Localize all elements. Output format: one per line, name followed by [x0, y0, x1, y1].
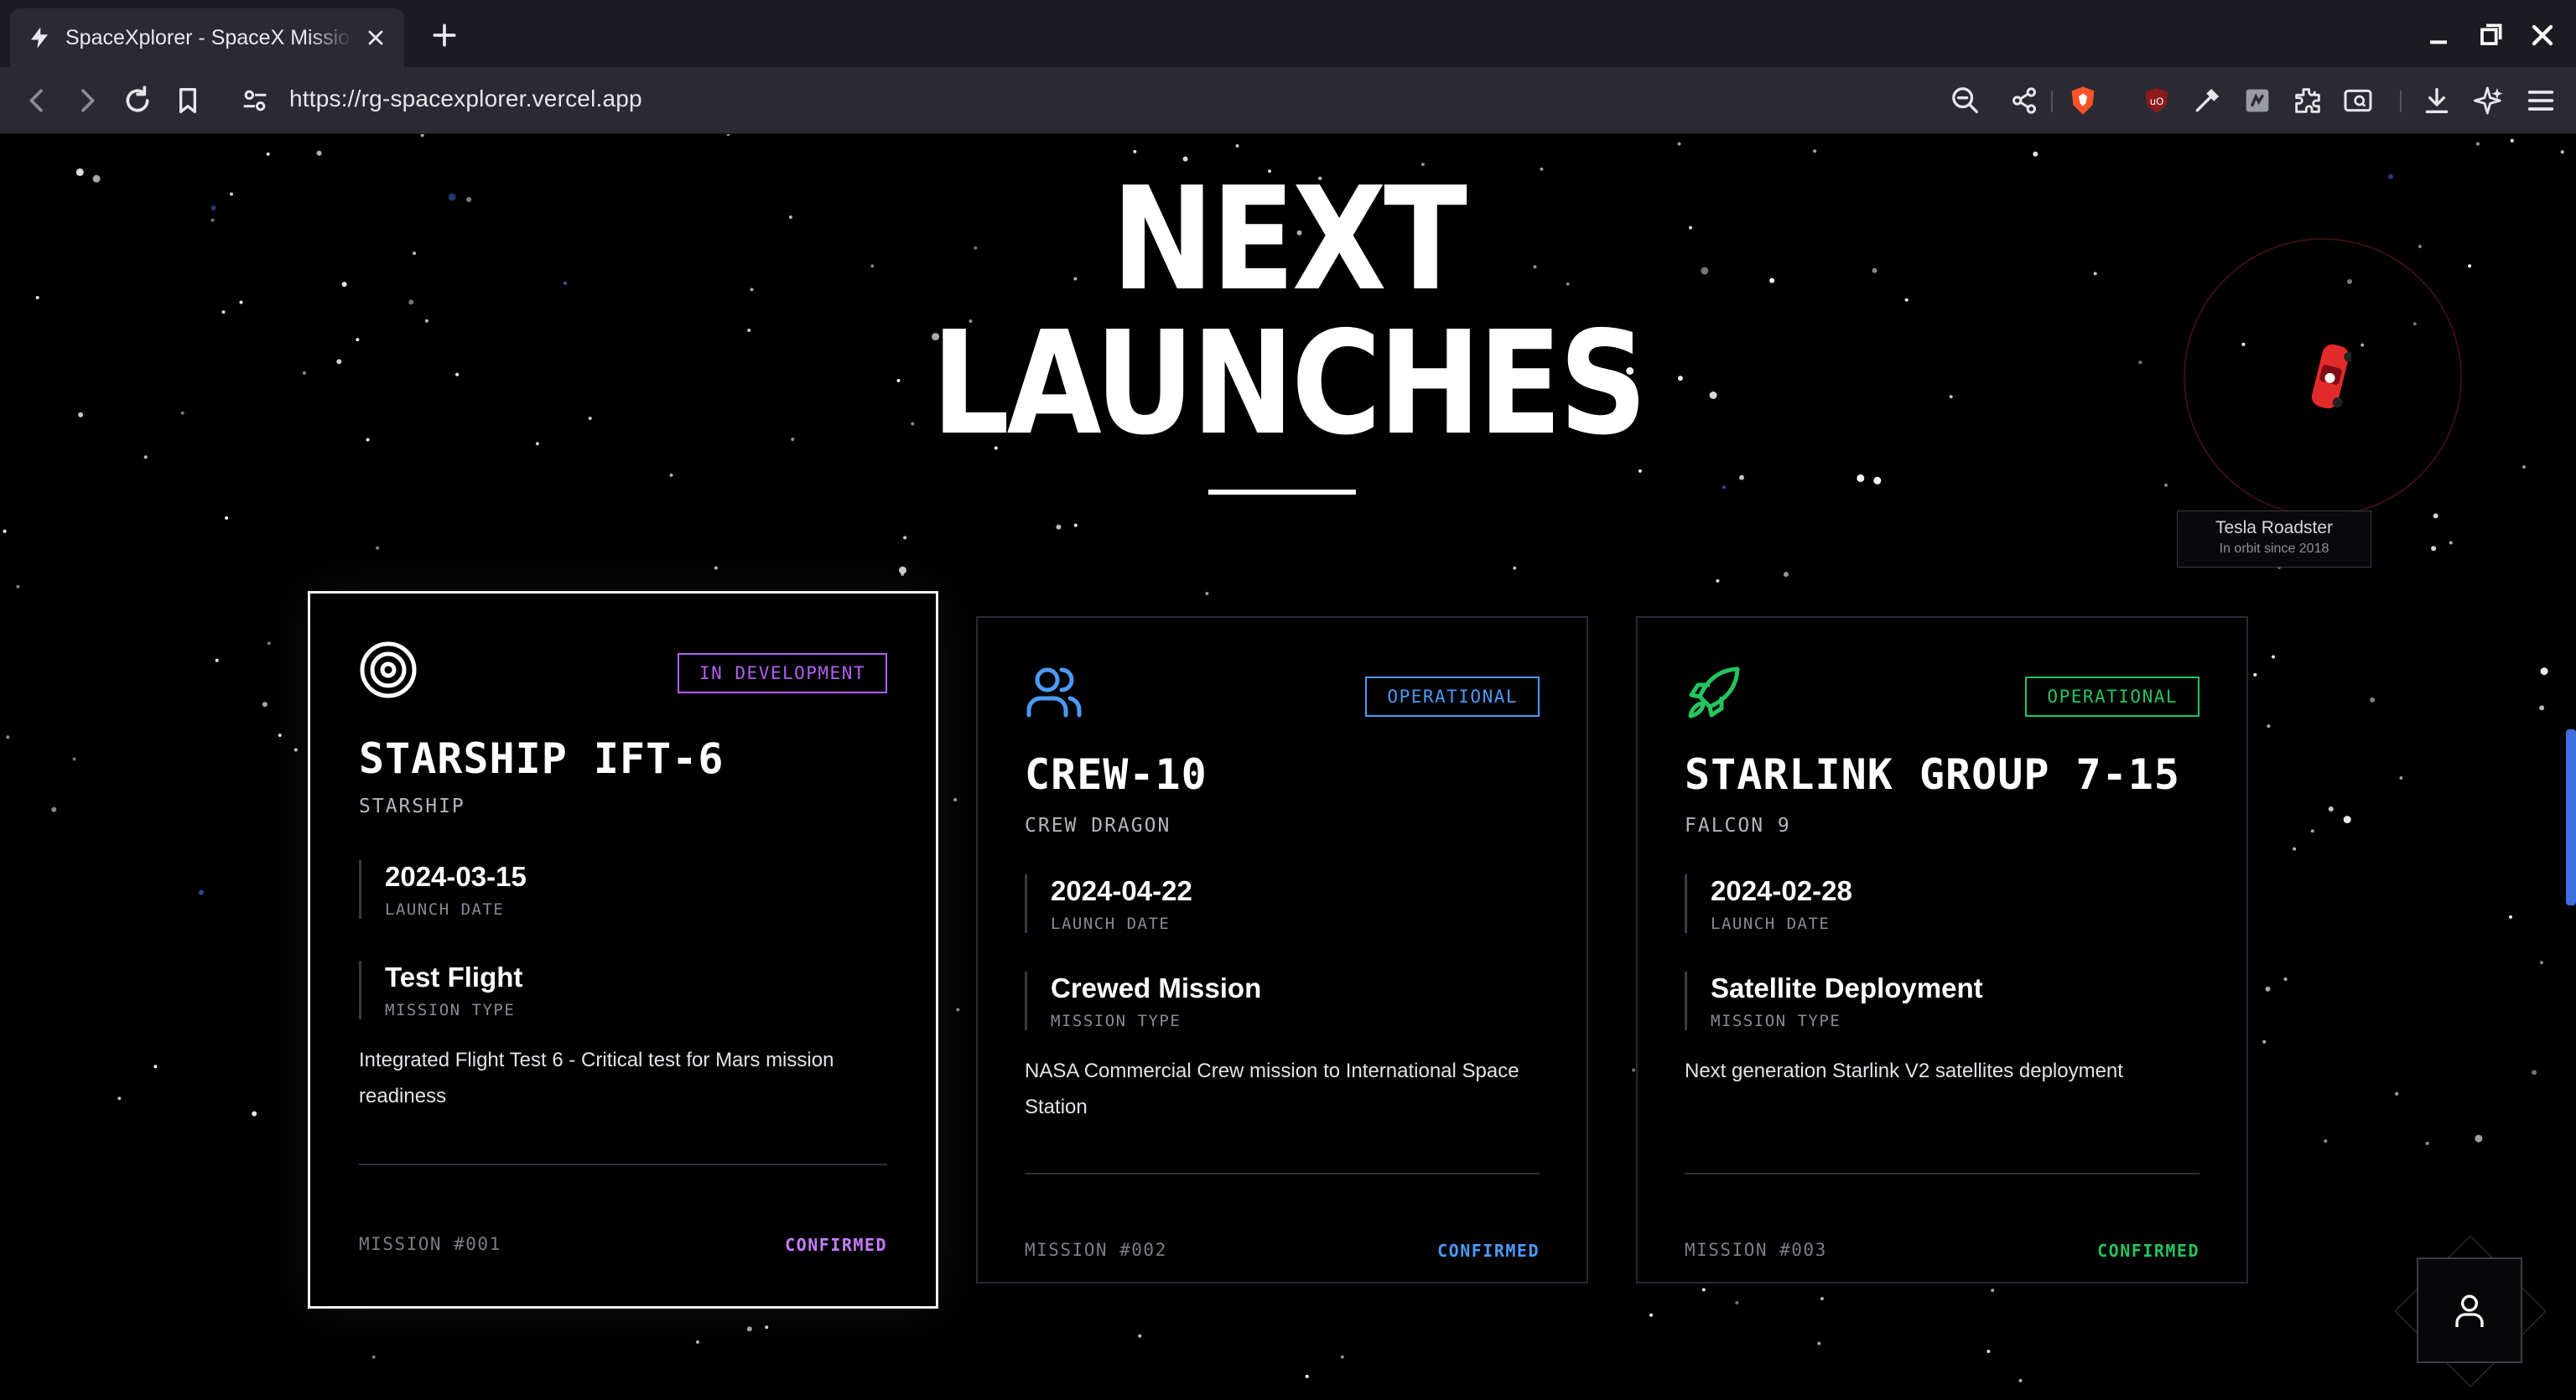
mission-type: Crewed Mission: [1051, 972, 1262, 1003]
mission-name: STARSHIP IFT-6: [359, 734, 724, 783]
target-icon: [360, 641, 417, 698]
menu-icon[interactable]: [2524, 84, 2558, 117]
launch-date: 2024-03-15: [385, 861, 527, 892]
close-tab-icon[interactable]: [364, 26, 387, 49]
ublock-icon[interactable]: uO: [2140, 84, 2174, 117]
address-bar[interactable]: https://rg-spacexplorer.vercel.app: [289, 86, 642, 112]
status-confirmed: CONFIRMED: [1437, 1241, 1540, 1261]
card-divider: [1685, 1173, 2199, 1174]
card-divider: [359, 1164, 887, 1165]
mission-type-label: MISSION TYPE: [1711, 1012, 1841, 1030]
mission-name: CREW-10: [1025, 750, 1208, 799]
share-icon[interactable]: [2007, 84, 2041, 117]
reader-mode-icon[interactable]: [2341, 84, 2375, 117]
brave-shield-icon[interactable]: [2066, 84, 2100, 117]
roadster-tooltip: Tesla Roadster In orbit since 2018: [2177, 511, 2371, 568]
mission-type-block: Satellite Deployment MISSION TYPE: [1685, 972, 1983, 1030]
reload-icon[interactable]: [121, 84, 154, 117]
bookmark-icon[interactable]: [171, 84, 205, 117]
launch-card[interactable]: OPERATIONAL CREW-10 CREW DRAGON 2024-04-…: [976, 616, 1588, 1283]
forward-icon[interactable]: [70, 84, 104, 117]
mission-name: STARLINK GROUP 7-15: [1685, 750, 2180, 799]
download-icon[interactable]: [2420, 84, 2454, 117]
launch-date: 2024-04-22: [1051, 875, 1192, 906]
launch-date-block: 2024-02-28 LAUNCH DATE: [1685, 874, 1852, 933]
mission-type: Satellite Deployment: [1711, 972, 1983, 1003]
mission-number: MISSION #002: [1025, 1240, 1167, 1260]
mission-type-block: Test Flight MISSION TYPE: [359, 961, 522, 1019]
mission-description: NASA Commercial Crew mission to Internat…: [1025, 1060, 1519, 1118]
extension-tile-icon[interactable]: [2241, 84, 2274, 117]
vehicle-name: CREW DRAGON: [1025, 815, 1171, 837]
card-divider: [1025, 1173, 1540, 1174]
launch-date-label: LAUNCH DATE: [1051, 915, 1171, 933]
mission-number: MISSION #003: [1685, 1240, 1827, 1260]
users-icon: [1026, 667, 1082, 718]
mission-type-label: MISSION TYPE: [385, 1001, 516, 1019]
launch-date-label: LAUNCH DATE: [1711, 915, 1831, 933]
tab-title: SpaceXplorer - SpaceX Mission Tracker: [65, 25, 352, 49]
status-badge: OPERATIONAL: [1365, 677, 1540, 717]
user-profile-button[interactable]: [2417, 1257, 2522, 1363]
browser-tab-bar: SpaceXplorer - SpaceX Mission Tracker: [0, 0, 2576, 67]
launch-date-label: LAUNCH DATE: [385, 900, 505, 919]
eyedropper-icon[interactable]: [2190, 84, 2224, 117]
new-tab-icon[interactable]: [428, 18, 461, 52]
vehicle-name: FALCON 9: [1685, 815, 1791, 837]
mission-number: MISSION #001: [359, 1234, 501, 1254]
mission-type: Test Flight: [385, 962, 523, 993]
toolbar-separator: [2051, 91, 2053, 112]
launch-date-block: 2024-04-22 LAUNCH DATE: [1025, 874, 1192, 933]
svg-text:uO: uO: [2150, 96, 2164, 107]
status-confirmed: CONFIRMED: [2097, 1241, 2199, 1261]
status-badge: IN DEVELOPMENT: [677, 653, 887, 693]
launch-card[interactable]: OPERATIONAL STARLINK GROUP 7-15 FALCON 9…: [1636, 616, 2248, 1283]
rocket-icon: [1688, 666, 1740, 718]
restore-icon[interactable]: [2474, 18, 2507, 52]
browser-tab[interactable]: SpaceXplorer - SpaceX Mission Tracker: [10, 8, 404, 67]
launch-date: 2024-02-28: [1711, 875, 1852, 906]
roadster-title: Tesla Roadster: [2215, 518, 2334, 537]
launch-date-block: 2024-03-15 LAUNCH DATE: [359, 860, 527, 919]
mission-type-label: MISSION TYPE: [1051, 1012, 1182, 1030]
section-title-line-2: LAUNCHES: [931, 301, 1648, 467]
vehicle-name: STARSHIP: [359, 796, 465, 817]
user-icon: [2455, 1294, 2484, 1327]
status-confirmed: CONFIRMED: [785, 1235, 887, 1255]
extensions-icon[interactable]: [2291, 84, 2324, 117]
ai-sparkle-icon[interactable]: [2472, 84, 2506, 117]
minimize-icon[interactable]: [2422, 18, 2455, 52]
mission-description: Integrated Flight Test 6 - Critical test…: [359, 1049, 834, 1107]
title-underline: [1208, 490, 1356, 495]
lightning-icon: [31, 27, 48, 49]
tesla-roadster-icon[interactable]: [2309, 340, 2351, 413]
page-content: NEXT LAUNCHES Tesla Roadster In orbit si…: [0, 134, 2576, 1400]
scrollbar-thumb[interactable]: [2566, 729, 2576, 905]
launch-card[interactable]: IN DEVELOPMENT STARSHIP IFT-6 STARSHIP 2…: [308, 591, 938, 1309]
mission-type-block: Crewed Mission MISSION TYPE: [1025, 972, 1261, 1030]
mission-description: Next generation Starlink V2 satellites d…: [1685, 1060, 2123, 1082]
zoom-out-icon[interactable]: [1949, 84, 1982, 117]
status-badge: OPERATIONAL: [2025, 677, 2199, 717]
back-icon[interactable]: [20, 84, 54, 117]
browser-toolbar: https://rg-spacexplorer.vercel.app uO: [0, 67, 2576, 134]
site-settings-icon[interactable]: [238, 84, 272, 117]
roadster-subtitle: In orbit since 2018: [2219, 542, 2329, 556]
section-title: NEXT LAUNCHES: [180, 168, 2396, 456]
section-title-line-1: NEXT: [1111, 157, 1467, 323]
toolbar-separator: [2400, 91, 2402, 112]
close-window-icon[interactable]: [2526, 18, 2559, 52]
